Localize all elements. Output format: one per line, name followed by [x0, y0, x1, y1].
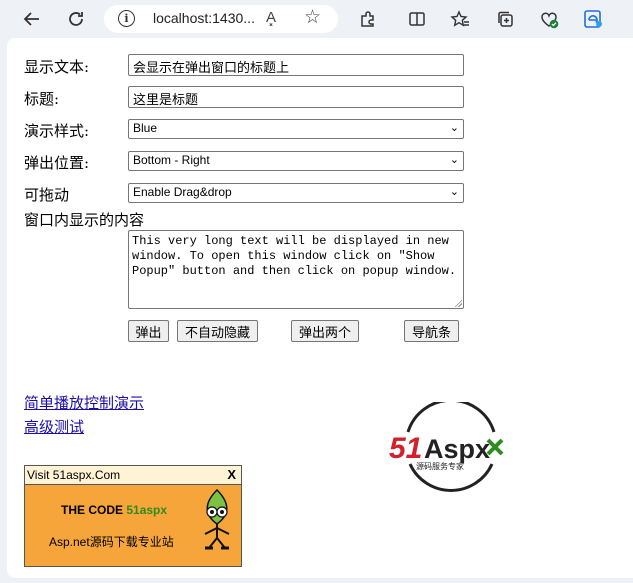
drag-select[interactable]: Enable Drag&drop ⌄	[128, 183, 464, 203]
edge-icon[interactable]	[581, 7, 605, 31]
ad-headline-brand: 51aspx	[126, 503, 168, 517]
extensions-icon[interactable]	[356, 7, 380, 31]
close-icon[interactable]: X	[227, 467, 236, 482]
page-content: 显示文本: 会显示在弹出窗口的标题上 标题: 这里是标题 演示样式: Blue …	[7, 38, 633, 578]
favorites-icon[interactable]	[448, 7, 472, 31]
content-text: This very long text will be displayed in…	[132, 234, 457, 278]
popup-two-button[interactable]: 弹出两个	[291, 320, 359, 342]
favorite-star-icon[interactable]: ☆	[304, 6, 321, 28]
drag-label: 可拖动	[24, 186, 70, 204]
url-text: localhost:1430...	[153, 10, 255, 26]
style-label: 演示样式:	[24, 122, 90, 140]
advanced-test-link[interactable]: 高级测试	[24, 416, 84, 437]
ad-popup[interactable]: Visit 51aspx.Com X THE CODE 51aspx Asp.n…	[24, 465, 242, 567]
back-icon[interactable]	[20, 7, 44, 31]
browser-essentials-icon[interactable]	[537, 7, 561, 31]
refresh-icon[interactable]	[64, 7, 88, 31]
logo-51-text: 51	[389, 432, 422, 465]
style-select-value: Blue	[133, 121, 158, 135]
ad-header: Visit 51aspx.Com X	[25, 466, 241, 485]
simple-demo-link[interactable]: 简单播放控制演示	[24, 392, 144, 413]
position-label: 弹出位置:	[24, 154, 90, 172]
position-select[interactable]: Bottom - Right ⌄	[128, 151, 464, 171]
chevron-down-icon: ⌄	[449, 121, 459, 134]
style-select[interactable]: Blue ⌄	[128, 119, 464, 139]
address-bar[interactable]: i localhost:1430... A͓ ☆	[104, 5, 338, 33]
split-screen-icon[interactable]	[405, 7, 429, 31]
content-label: 窗口内显示的内容	[24, 211, 145, 229]
ad-headline-prefix: THE CODE	[61, 503, 127, 517]
resize-grip-icon[interactable]	[454, 299, 462, 307]
popup-button[interactable]: 弹出	[128, 320, 169, 342]
position-select-value: Bottom - Right	[133, 153, 210, 167]
display-text-input[interactable]: 会显示在弹出窗口的标题上	[128, 54, 464, 76]
info-icon[interactable]: i	[118, 10, 135, 27]
content-textarea[interactable]: This very long text will be displayed in…	[128, 230, 464, 309]
chevron-down-icon: ⌄	[449, 153, 459, 166]
ad-subline: Asp.net源码下载专业站	[49, 535, 174, 549]
drag-select-value: Enable Drag&drop	[133, 185, 232, 199]
no-autohide-button[interactable]: 不自动隐藏	[177, 320, 258, 342]
title-input[interactable]: 这里是标题	[128, 86, 464, 108]
chevron-down-icon: ⌄	[449, 185, 459, 198]
read-aloud-icon[interactable]: A͓	[266, 9, 276, 26]
logo-tagline: 源码服务专家	[416, 461, 464, 471]
navbar-button[interactable]: 导航条	[404, 320, 459, 342]
ad-headline: THE CODE 51aspx	[61, 503, 167, 517]
title-label: 标题:	[24, 90, 60, 108]
51aspx-logo[interactable]: 51 Aspx 源码服务专家	[386, 398, 512, 494]
collections-icon[interactable]	[493, 7, 517, 31]
logo-aspx-text: Aspx	[424, 434, 490, 464]
ad-title: Visit 51aspx.Com	[27, 468, 121, 482]
browser-toolbar: i localhost:1430... A͓ ☆	[0, 0, 633, 38]
mascot-icon	[195, 488, 239, 552]
display-text-label: 显示文本:	[24, 58, 90, 76]
